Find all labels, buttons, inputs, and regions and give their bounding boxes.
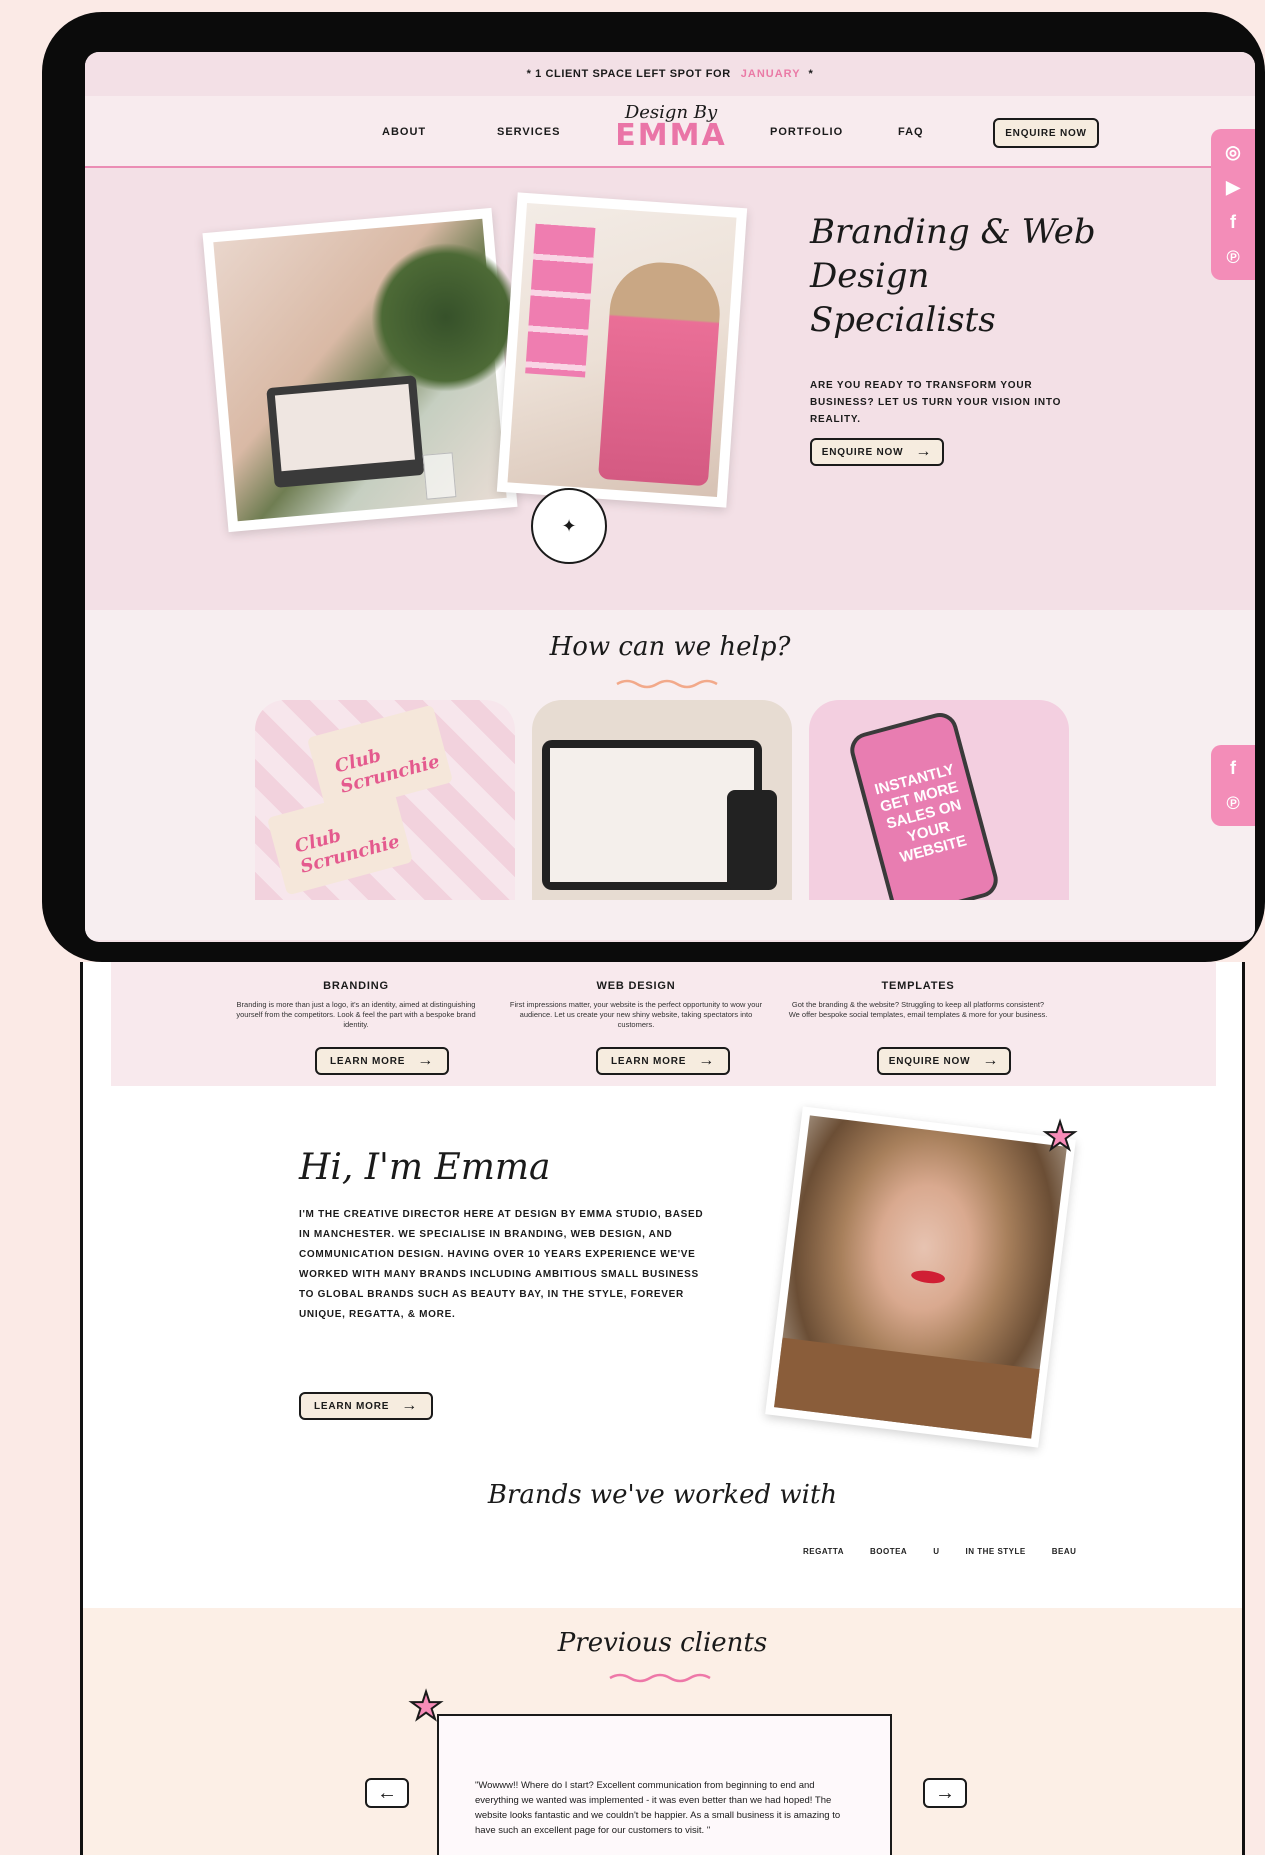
phone-shape: [727, 790, 777, 890]
next-testimonial-button[interactable]: →: [923, 1778, 967, 1808]
nav-portfolio[interactable]: PORTFOLIO: [770, 126, 843, 138]
help-title: How can we help?: [549, 632, 791, 662]
sweater-shape: [774, 1337, 1040, 1439]
nav-services[interactable]: SERVICES: [497, 126, 560, 138]
arrow-left-icon: ←: [377, 1781, 397, 1804]
social-sidebar-top: ◎ ▶ f ℗: [1211, 129, 1255, 280]
arrow-right-icon: →: [417, 1052, 435, 1069]
nav-enquire-label: ENQUIRE NOW: [1005, 127, 1087, 139]
services-strip: BRANDING Branding is more than just a lo…: [111, 962, 1216, 1086]
stamp-badge-icon: ✦: [531, 488, 607, 564]
portrait-image: [774, 1115, 1067, 1439]
laptop-shape: [266, 375, 425, 488]
prev-testimonial-button[interactable]: ←: [365, 1778, 409, 1808]
arrow-right-icon: →: [982, 1052, 1000, 1069]
service-templates: TEMPLATES Got the branding & the website…: [788, 980, 1048, 1020]
main-nav: ABOUT SERVICES Design By EMMA PORTFOLIO …: [85, 96, 1255, 168]
template-text: INSTANTLY GET MORE SALES ON YOUR WEBSITE: [872, 760, 969, 867]
lips-shape: [910, 1268, 946, 1285]
hero-section: ✦ Branding & Web Design Specialists ARE …: [85, 170, 1255, 610]
arrow-right-icon: →: [698, 1052, 716, 1069]
testimonial-text: "Wowww!! Where do I start? Excellent com…: [475, 1780, 841, 1836]
hero-photo-desk: [202, 207, 527, 533]
button-label: LEARN MORE: [313, 1400, 390, 1412]
instagram-icon[interactable]: ◎: [1222, 141, 1244, 163]
about-learn-more-button[interactable]: LEARN MORE →: [299, 1392, 433, 1420]
facebook-icon[interactable]: f: [1222, 757, 1244, 779]
clients-section: Previous clients ★ "Wowww!! Where do I s…: [83, 1608, 1242, 1855]
sticky-notes: [525, 223, 596, 378]
brand-logo: U: [933, 1547, 940, 1556]
webdesign-learn-more-button[interactable]: LEARN MORE →: [596, 1047, 730, 1075]
button-label: LEARN MORE: [610, 1055, 687, 1067]
squiggle-divider: [616, 679, 718, 689]
person-shape: [597, 259, 724, 487]
emma-portrait: [765, 1106, 1076, 1448]
service-text: First impressions matter, your website i…: [509, 1000, 763, 1029]
pinterest-icon[interactable]: ℗: [1222, 246, 1244, 268]
promo-text: * 1 CLIENT SPACE LEFT SPOT FOR: [526, 68, 731, 80]
card-brand-logo-2: Club Scrunchie: [292, 825, 403, 878]
pinterest-icon[interactable]: ℗: [1222, 792, 1244, 814]
clients-title: Previous clients: [557, 1628, 768, 1658]
page-lower: BRANDING Branding is more than just a lo…: [80, 962, 1245, 1855]
service-title: WEB DESIGN: [596, 980, 676, 992]
service-title: BRANDING: [323, 980, 389, 992]
tablet-screen: * 1 CLIENT SPACE LEFT SPOT FOR JANUARY *…: [85, 52, 1255, 942]
woman-image: [507, 203, 737, 497]
promo-end: *: [808, 68, 814, 80]
card-templates-image[interactable]: INSTANTLY GET MORE SALES ON YOUR WEBSITE: [809, 700, 1069, 900]
phone-template: INSTANTLY GET MORE SALES ON YOUR WEBSITE: [846, 709, 1002, 900]
facebook-icon[interactable]: f: [1222, 211, 1244, 233]
desk-image: [213, 218, 527, 522]
card-branding-image[interactable]: Club Scrunchie Club Scrunchie: [255, 700, 515, 900]
nav-about[interactable]: ABOUT: [382, 126, 426, 138]
service-text: Branding is more than just a logo, it's …: [236, 1000, 476, 1029]
hero-photo-woman: [496, 192, 748, 508]
service-branding: BRANDING Branding is more than just a lo…: [226, 980, 486, 1030]
squiggle-divider: [608, 1673, 711, 1683]
brand-logo: IN THE STYLE: [965, 1547, 1026, 1556]
service-webdesign: WEB DESIGN First impressions matter, you…: [506, 980, 766, 1030]
button-label: ENQUIRE NOW: [888, 1055, 971, 1067]
service-title: TEMPLATES: [881, 980, 955, 992]
arrow-right-icon: →: [935, 1781, 955, 1804]
brand-logo: BEAU: [1051, 1547, 1077, 1556]
brand-logos: REGATTA BOOTEA U IN THE STYLE BEAU: [803, 1547, 1076, 1556]
hero-subtitle: ARE YOU READY TO TRANSFORM YOUR BUSINESS…: [810, 380, 1062, 425]
hero-enquire-label: ENQUIRE NOW: [821, 446, 904, 458]
hero-title: Branding & Web Design Specialists: [810, 212, 1096, 340]
promo-month: JANUARY: [740, 68, 801, 80]
button-label: LEARN MORE: [329, 1055, 406, 1067]
site-logo[interactable]: Design By EMMA: [611, 102, 731, 153]
about-body: I'M THE CREATIVE DIRECTOR HERE AT DESIGN…: [299, 1209, 704, 1320]
brand-logo: REGATTA: [803, 1547, 844, 1556]
glass-shape: [422, 452, 457, 500]
hero-enquire-button[interactable]: ENQUIRE NOW →: [810, 438, 944, 466]
templates-enquire-button[interactable]: ENQUIRE NOW →: [877, 1047, 1011, 1075]
tablet-frame: * 1 CLIENT SPACE LEFT SPOT FOR JANUARY *…: [42, 12, 1265, 962]
brands-title: Brands we've worked with: [487, 1480, 838, 1510]
youtube-icon[interactable]: ▶: [1222, 176, 1244, 198]
promo-bar: * 1 CLIENT SPACE LEFT SPOT FOR JANUARY *: [85, 52, 1255, 96]
logo-wordmark: EMMA: [615, 118, 727, 153]
branding-learn-more-button[interactable]: LEARN MORE →: [315, 1047, 449, 1075]
star-icon: ★: [1042, 1115, 1078, 1159]
business-card: Club Scrunchie: [266, 784, 414, 896]
plant-shape: [364, 236, 527, 399]
brand-logo: BOOTEA: [869, 1547, 908, 1556]
nav-faq[interactable]: FAQ: [898, 126, 924, 138]
testimonial-box: "Wowww!! Where do I start? Excellent com…: [437, 1714, 892, 1855]
service-text: Got the branding & the website? Struggli…: [788, 1000, 1048, 1019]
arrow-right-icon: →: [915, 443, 933, 460]
arrow-right-icon: →: [401, 1397, 419, 1414]
social-sidebar-bottom: f ℗: [1211, 745, 1255, 826]
nav-enquire-button[interactable]: ENQUIRE NOW: [993, 118, 1099, 148]
card-webdesign-image[interactable]: [532, 700, 792, 900]
about-title: Hi, I'm Emma: [299, 1147, 551, 1188]
help-section: How can we help? Club Scrunchie Club Scr…: [85, 610, 1255, 940]
